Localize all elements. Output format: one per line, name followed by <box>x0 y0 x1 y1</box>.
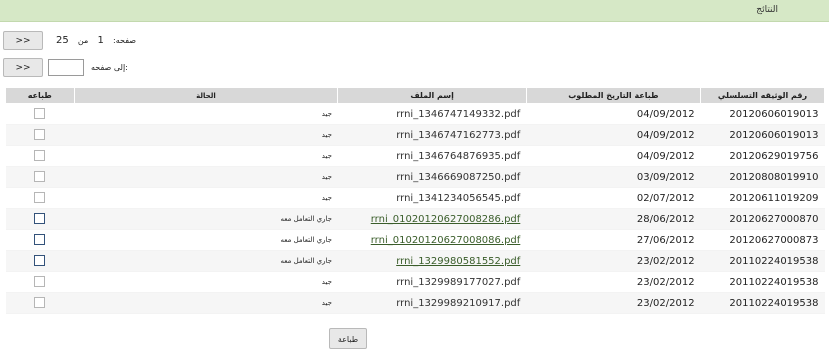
results-title: النتائج <box>756 5 778 15</box>
col-date-header: طباعة التاريخ المطلوب <box>525 87 702 104</box>
date-cell: 23/02/2012 <box>526 271 701 293</box>
status-cell: جيد <box>74 187 338 209</box>
file-cell: rrni_1346669087250.pdf <box>337 166 527 188</box>
page-label: صفحه: <box>113 36 137 45</box>
file-name: rrni_1346669087250.pdf <box>396 171 521 183</box>
go-to-page-button[interactable]: >> <box>3 58 43 77</box>
serial-cell: 20110224019538 <box>700 292 825 314</box>
date-cell: 02/07/2012 <box>526 187 701 209</box>
serial-cell: 20110224019538 <box>700 271 825 293</box>
file-cell: rrni_1346747162773.pdf <box>337 124 527 146</box>
file-cell: rrni_1346747149332.pdf <box>337 103 527 125</box>
status-cell: جاري التعامل معه <box>74 229 338 251</box>
status-cell: جاري التعامل معه <box>74 250 338 272</box>
print-cell <box>5 103 74 125</box>
file-name: rrni_1346747162773.pdf <box>396 129 521 141</box>
status-cell: جاري التعامل معه <box>74 208 338 230</box>
print-checkbox[interactable] <box>34 129 46 141</box>
date-cell: 04/09/2012 <box>526 124 701 146</box>
file-name: rrni_1329989177027.pdf <box>396 276 521 288</box>
print-checkbox[interactable] <box>34 255 46 267</box>
file-link[interactable]: rrni_01020120627008086.pdf <box>371 235 521 246</box>
file-cell: rrni_1341234056545.pdf <box>337 187 527 209</box>
file-name: rrni_1346747149332.pdf <box>396 108 521 120</box>
table-row: جيد rrni_1341234056545.pdf 02/07/2012 20120… <box>5 187 825 209</box>
date-cell: 27/06/2012 <box>526 229 701 251</box>
file-cell: rrni_1329989177027.pdf <box>337 271 527 293</box>
table-row: جيد rrni_1329989210917.pdf 23/02/2012 20110… <box>5 292 825 314</box>
print-checkbox[interactable] <box>34 213 46 225</box>
current-page: 1 <box>97 35 104 46</box>
table-row: جاري التعامل معه rrni_01020120627008286.p… <box>5 208 825 230</box>
file-cell: rrni_1329989210917.pdf <box>337 292 527 314</box>
table-row: جيد rrni_1329989177027.pdf 23/02/2012 20110… <box>5 271 825 293</box>
print-button[interactable]: طباعة <box>329 328 367 349</box>
serial-cell: 20120606019013 <box>700 124 825 146</box>
print-cell <box>5 145 74 167</box>
serial-cell: 20120808019910 <box>700 166 825 188</box>
file-cell: rrni_1329980581552.pdf <box>337 250 527 272</box>
table-row: جيد rrni_1346669087250.pdf 03/09/2012 20120… <box>5 166 825 188</box>
col-status-header: الحالة <box>73 87 339 104</box>
print-checkbox[interactable] <box>34 234 46 246</box>
print-checkbox[interactable] <box>34 150 46 162</box>
serial-cell: 20120629019756 <box>700 145 825 167</box>
file-link[interactable]: rrni_01020120627008286.pdf <box>371 214 521 225</box>
goto-page-label: إلى صفحه: <box>91 63 128 72</box>
table-row: جاري التعامل معه rrni_01020120627008086.p… <box>5 229 825 251</box>
col-file-header: إسم الملف <box>337 87 527 104</box>
print-checkbox[interactable] <box>34 171 46 183</box>
file-name: rrni_1341234056545.pdf <box>396 192 521 204</box>
file-name: rrni_1346764876935.pdf <box>396 150 521 162</box>
print-checkbox[interactable] <box>34 192 46 204</box>
file-link[interactable]: rrni_1329980581552.pdf <box>396 256 520 267</box>
table-row: جيد rrni_1346747162773.pdf 04/09/2012 20120… <box>5 124 825 146</box>
date-cell: 23/02/2012 <box>526 250 701 272</box>
col-print-header: طباعه <box>5 87 75 104</box>
serial-cell: 20120627000870 <box>700 208 825 230</box>
print-cell <box>5 208 74 230</box>
print-cell <box>5 166 74 188</box>
col-serial-header: رقم الوثيقه التسلسلي <box>700 87 825 104</box>
status-cell: جيد <box>74 166 338 188</box>
date-cell: 04/09/2012 <box>526 103 701 125</box>
table-row: جيد rrni_1346747149332.pdf 04/09/2012 20120… <box>5 103 825 125</box>
next-page-button[interactable]: >> <box>3 31 43 50</box>
status-cell: جيد <box>74 292 338 314</box>
serial-cell: 20110224019538 <box>700 250 825 272</box>
print-checkbox[interactable] <box>34 276 46 288</box>
print-cell <box>5 187 74 209</box>
date-cell: 04/09/2012 <box>526 145 701 167</box>
file-cell: rrni_01020120627008286.pdf <box>337 208 527 230</box>
print-checkbox[interactable] <box>34 108 46 120</box>
print-cell <box>5 250 74 272</box>
date-cell: 23/02/2012 <box>526 292 701 314</box>
status-cell: جيد <box>74 271 338 293</box>
of-label: من <box>77 36 89 45</box>
file-cell: rrni_01020120627008086.pdf <box>337 229 527 251</box>
table-header-row: طباعه الحالة إسم الملف طباعة التاريخ الم… <box>5 87 825 104</box>
table-row: جاري التعامل معه rrni_1329980581552.pdf 23… <box>5 250 825 272</box>
goto-page-input[interactable] <box>48 59 84 76</box>
pager-info: صفحه: 1 من 25 <box>50 35 136 46</box>
serial-cell: 20120606019013 <box>700 103 825 125</box>
print-cell <box>5 229 74 251</box>
date-cell: 28/06/2012 <box>526 208 701 230</box>
print-cell <box>5 124 74 146</box>
print-cell <box>5 271 74 293</box>
table-row: جيد rrni_1346764876935.pdf 04/09/2012 20120… <box>5 145 825 167</box>
status-cell: جيد <box>74 145 338 167</box>
results-header-bar: النتائج <box>0 0 829 22</box>
status-cell: جيد <box>74 124 338 146</box>
print-cell <box>5 292 74 314</box>
serial-cell: 20120611019209 <box>700 187 825 209</box>
print-checkbox[interactable] <box>34 297 46 309</box>
file-cell: rrni_1346764876935.pdf <box>337 145 527 167</box>
file-name: rrni_1329989210917.pdf <box>396 297 521 309</box>
documents-table: طباعه الحالة إسم الملف طباعة التاريخ الم… <box>5 87 825 314</box>
status-cell: جيد <box>74 103 338 125</box>
total-pages: 25 <box>56 35 69 46</box>
serial-cell: 20120627000873 <box>700 229 825 251</box>
date-cell: 03/09/2012 <box>526 166 701 188</box>
